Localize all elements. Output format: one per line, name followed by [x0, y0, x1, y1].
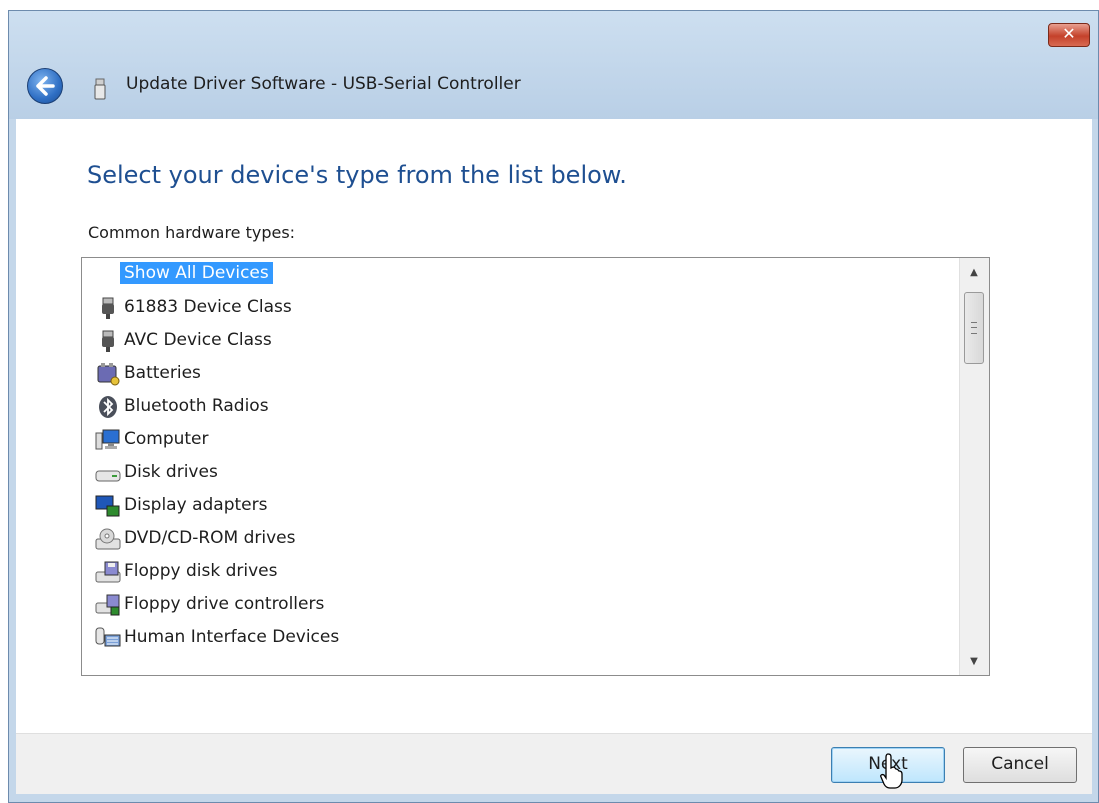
- title-bar: ✕ Update Driver Software - USB-Serial Co…: [9, 11, 1098, 119]
- back-button[interactable]: [27, 68, 63, 104]
- computer-icon: [95, 429, 120, 450]
- list-item[interactable]: Floppy drive controllers: [82, 588, 952, 621]
- list-item[interactable]: AVC Device Class: [82, 324, 952, 357]
- battery-icon: [97, 363, 120, 386]
- disk-drive-icon: [95, 470, 121, 482]
- list-item-label: Floppy disk drives: [124, 561, 278, 581]
- list-item-label: Floppy drive controllers: [124, 594, 325, 614]
- list-item[interactable]: 61883 Device Class: [82, 291, 952, 324]
- list-item-label: AVC Device Class: [124, 330, 272, 350]
- list-item-label: DVD/CD-ROM drives: [124, 528, 296, 548]
- list-item[interactable]: Computer: [82, 423, 952, 456]
- list-item[interactable]: Show All Devices: [82, 258, 952, 291]
- content-area: Select your device's type from the list …: [16, 119, 1092, 733]
- hardware-type-listbox[interactable]: Show All Devices 61883 Device Class AVC …: [81, 257, 990, 676]
- bluetooth-icon: [99, 396, 117, 418]
- page-heading: Select your device's type from the list …: [87, 161, 627, 189]
- usb-plug-icon: [102, 330, 114, 352]
- list-item-label: Display adapters: [124, 495, 268, 515]
- list-item[interactable]: Human Interface Devices: [82, 621, 952, 654]
- list-item[interactable]: Bluetooth Radios: [82, 390, 952, 423]
- list-scrollbar[interactable]: ▲ ▼: [959, 258, 989, 675]
- display-adapter-icon: [95, 495, 120, 517]
- dvd-drive-icon: [95, 528, 121, 550]
- hand-cursor-icon: [880, 753, 903, 789]
- list-item[interactable]: Batteries: [82, 357, 952, 390]
- floppy-drive-icon: [95, 561, 121, 583]
- scroll-up-arrow-icon[interactable]: ▲: [966, 266, 982, 280]
- back-arrow-icon: [36, 76, 55, 96]
- window-title: Update Driver Software - USB-Serial Cont…: [126, 74, 521, 94]
- list-item-label: Human Interface Devices: [124, 627, 340, 647]
- list-item-label: Computer: [124, 429, 209, 449]
- scroll-down-arrow-icon[interactable]: ▼: [966, 655, 982, 669]
- cancel-button[interactable]: Cancel: [963, 747, 1077, 783]
- list-item[interactable]: Floppy disk drives: [82, 555, 952, 588]
- list-label: Common hardware types:: [88, 223, 296, 242]
- list-item-label: Batteries: [124, 363, 201, 383]
- list-item[interactable]: Display adapters: [82, 489, 952, 522]
- list-item-label: Bluetooth Radios: [124, 396, 269, 416]
- usb-device-icon: [94, 78, 106, 100]
- close-button[interactable]: ✕: [1048, 23, 1090, 47]
- list-item-label: Show All Devices: [120, 262, 273, 284]
- grip-icon: [971, 322, 977, 334]
- list-item[interactable]: DVD/CD-ROM drives: [82, 522, 952, 555]
- list-item-label: 61883 Device Class: [124, 297, 292, 317]
- dialog-window: ✕ Update Driver Software - USB-Serial Co…: [8, 10, 1099, 803]
- list-item-label: Disk drives: [124, 462, 218, 482]
- scrollbar-thumb[interactable]: [964, 292, 984, 364]
- usb-plug-icon: [102, 297, 114, 319]
- floppy-controller-icon: [95, 594, 120, 616]
- hid-icon: [95, 627, 121, 647]
- button-bar: Next Cancel: [16, 733, 1092, 794]
- list-item[interactable]: Disk drives: [82, 456, 952, 489]
